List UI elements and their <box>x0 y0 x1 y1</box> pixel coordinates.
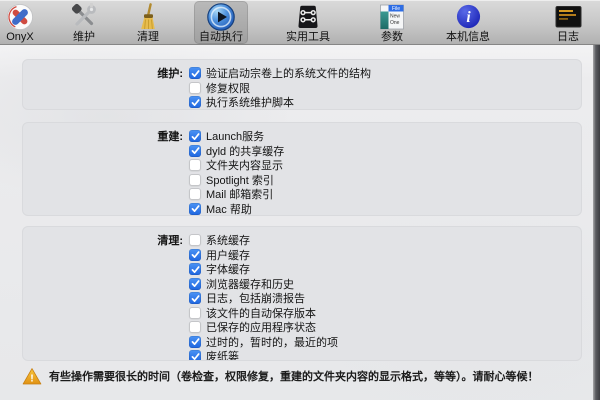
checkbox[interactable] <box>189 159 201 171</box>
checkbox-row: 执行系统维护脚本 <box>23 95 581 109</box>
checkbox[interactable] <box>189 67 201 79</box>
checkbox[interactable] <box>189 82 201 94</box>
group-box-rebuilding: 重建: Launch服务 dyld 的共享缓存文件夹内容显示Spotlight … <box>22 122 582 216</box>
checkbox[interactable] <box>189 174 201 186</box>
toolbar-item-label: 清理 <box>137 31 159 43</box>
maintenance-icon <box>70 2 98 31</box>
checkbox-row: 废纸篓 <box>23 349 581 361</box>
toolbar-item-parameters[interactable]: File New One 参数 <box>360 1 424 44</box>
cleaning-icon <box>134 2 162 31</box>
checkbox-row: Mail 邮箱索引 <box>23 187 581 201</box>
checkbox-row: Mac 帮助 <box>23 202 581 216</box>
toolbar-item-utilities[interactable]: 实用工具 <box>276 1 340 44</box>
toolbar-item-label: 本机信息 <box>446 31 490 43</box>
group-box-cleaning: 清理:系统缓存 用户缓存 字体缓存 浏览器缓存和历史 日志，包括崩溃报告该文件的… <box>22 226 582 361</box>
checkbox-label: 执行系统维护脚本 <box>206 94 294 110</box>
utilities-icon <box>294 2 322 31</box>
section-label: 清理: <box>23 232 189 248</box>
svg-text:File: File <box>392 6 400 12</box>
onyx-app-icon <box>6 2 34 31</box>
checkbox-row: 字体缓存 <box>23 262 581 276</box>
checkbox[interactable] <box>189 96 201 108</box>
checkbox[interactable] <box>189 263 201 275</box>
footer-warning-text: 有些操作需要很长的时间（卷检查，权限修复，重建的文件夹内容的显示格式，等等）。请… <box>49 371 584 384</box>
checkbox[interactable] <box>189 292 201 304</box>
checkbox-row: 日志，包括崩溃报告 <box>23 291 581 305</box>
checkbox-label: Mac 帮助 <box>206 201 252 217</box>
toolbar-item-label: 维护 <box>73 31 95 43</box>
checkbox[interactable] <box>189 145 201 157</box>
info-icon: i <box>455 2 482 31</box>
checkbox[interactable] <box>189 278 201 290</box>
checkbox-row: dyld 的共享缓存 <box>23 144 581 158</box>
svg-text:One: One <box>390 20 400 26</box>
toolbar-item-label: OnyX <box>6 31 34 43</box>
toolbar-item-label: 日志 <box>557 31 579 43</box>
checkbox-row: 文件夹内容显示 <box>23 158 581 172</box>
checkbox[interactable] <box>189 130 201 142</box>
toolbar-item-onyx[interactable]: OnyX <box>0 1 52 44</box>
toolbar-item-label: 自动执行 <box>199 31 243 43</box>
group-box-maintenance: 维护: 验证启动宗卷上的系统文件的结构修复权限 执行系统维护脚本 <box>22 59 582 110</box>
toolbar-item-cleaning[interactable]: 清理 <box>116 1 180 44</box>
section-label: 重建: <box>23 128 189 144</box>
section-label: 维护: <box>23 65 189 81</box>
checkbox-row: 过时的，暂时的，最近的项 <box>23 335 581 349</box>
checkbox[interactable] <box>189 336 201 348</box>
checkbox-row: 该文件的自动保存版本 <box>23 306 581 320</box>
toolbar-item-maintenance[interactable]: 维护 <box>52 1 116 44</box>
main-content: ! 有些操作需要很长的时间（卷检查，权限修复，重建的文件夹内容的显示格式，等等）… <box>0 45 593 400</box>
checkbox-row: 用户缓存 <box>23 248 581 262</box>
checkbox[interactable] <box>189 307 201 319</box>
automation-icon <box>206 2 236 31</box>
checkbox-row: 修复权限 <box>23 81 581 95</box>
checkbox[interactable] <box>189 234 201 246</box>
checkbox-row: 维护: 验证启动宗卷上的系统文件的结构 <box>23 66 581 80</box>
svg-text:New: New <box>390 13 400 19</box>
checkbox[interactable] <box>189 249 201 261</box>
checkbox-row: Spotlight 索引 <box>23 173 581 187</box>
toolbar-item-info[interactable]: i 本机信息 <box>436 1 500 44</box>
toolbar: OnyX 维护 清理 自动执行 实用工具 <box>0 0 600 45</box>
checkbox[interactable] <box>189 350 201 361</box>
checkbox[interactable] <box>189 203 201 215</box>
checkbox[interactable] <box>189 321 201 333</box>
warning-triangle-icon: ! <box>22 367 42 391</box>
checkbox[interactable] <box>189 188 201 200</box>
checkbox-row: 重建: Launch服务 <box>23 129 581 143</box>
toolbar-item-label: 参数 <box>381 31 403 43</box>
toolbar-item-label: 实用工具 <box>286 31 330 43</box>
logs-icon <box>555 2 582 31</box>
checkbox-row: 已保存的应用程序状态 <box>23 320 581 334</box>
toolbar-item-automation[interactable]: 自动执行 <box>194 1 248 44</box>
svg-text:!: ! <box>30 373 34 385</box>
parameters-icon: File New One <box>379 2 405 31</box>
window-right-edge <box>593 45 600 400</box>
svg-text:i: i <box>466 9 471 26</box>
checkbox-row: 浏览器缓存和历史 <box>23 277 581 291</box>
toolbar-item-logs[interactable]: 日志 <box>536 1 600 44</box>
checkbox-row: 清理:系统缓存 <box>23 233 581 247</box>
checkbox-label: 废纸篓 <box>206 348 239 361</box>
